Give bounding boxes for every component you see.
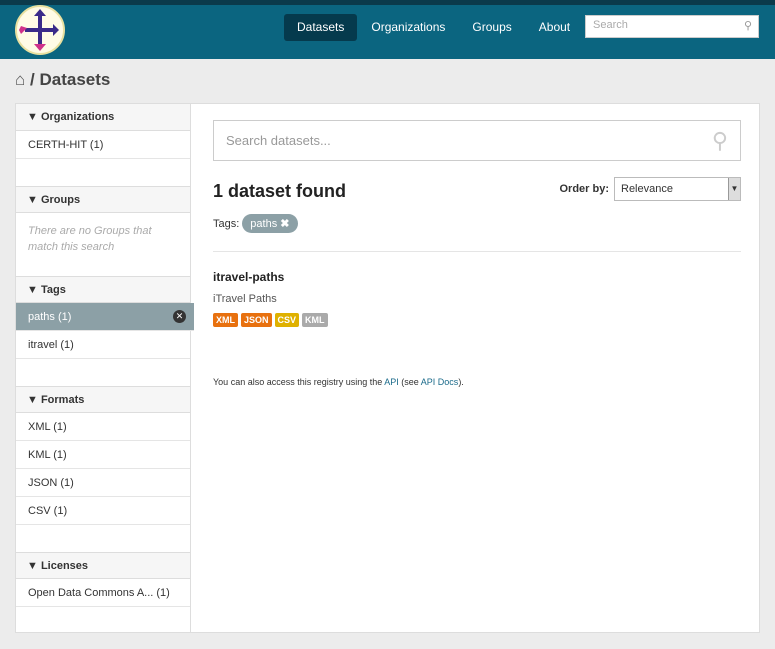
order-label: Order by: — [559, 182, 609, 195]
site-logo[interactable] — [15, 5, 65, 55]
search-icon[interactable]: ⚲ — [712, 128, 728, 154]
search-placeholder: Search datasets... — [226, 133, 331, 148]
facet-tags: ▼ Tags — [16, 276, 190, 303]
tag-label: paths — [250, 218, 278, 230]
nav-datasets[interactable]: Datasets — [284, 14, 358, 41]
order-by: Order by: Relevance ▼ — [559, 177, 741, 201]
home-icon[interactable]: ⌂ — [15, 70, 25, 89]
dataset-search-input[interactable]: Search datasets... ⚲ — [213, 120, 741, 161]
order-value: Relevance — [621, 183, 673, 195]
api-link[interactable]: API — [384, 377, 399, 387]
remove-icon[interactable]: ✖ — [280, 218, 289, 230]
facet-title: Tags — [40, 284, 66, 296]
active-tag[interactable]: paths ✖ — [242, 214, 298, 233]
facet-licenses: ▼ Licenses — [16, 552, 190, 579]
facet-item[interactable]: KML (1) — [16, 441, 190, 469]
breadcrumb-current[interactable]: Datasets — [39, 70, 110, 89]
facet-item[interactable]: itravel (1) — [16, 331, 190, 359]
dataset-description: iTravel Paths — [213, 293, 277, 305]
navbar: Datasets Organizations Groups About Sear… — [0, 5, 775, 59]
dropdown-arrow-icon: ▼ — [728, 178, 740, 200]
nav-about[interactable]: About — [526, 14, 583, 41]
facet-item[interactable]: XML (1) — [16, 413, 190, 441]
facet-item[interactable]: Open Data Commons A... (1) — [16, 579, 190, 607]
facet-title: Licenses — [40, 560, 89, 572]
nav-groups[interactable]: Groups — [459, 14, 524, 41]
format-badge[interactable]: CSV — [274, 313, 300, 327]
facet-organizations: ▼ Organizations — [16, 104, 190, 131]
site-search-input[interactable]: Search ⚲ — [585, 15, 759, 38]
order-select[interactable]: Relevance ▼ — [614, 177, 741, 201]
breadcrumb-sep: / — [30, 70, 35, 89]
api-note: You can also access this registry using … — [213, 377, 464, 387]
nav-organizations[interactable]: Organizations — [358, 14, 458, 41]
api-docs-link[interactable]: API Docs — [421, 377, 459, 387]
dataset-title[interactable]: itravel-paths — [213, 270, 741, 284]
facet-title: Groups — [40, 194, 81, 206]
facet-groups: ▼ Groups — [16, 186, 190, 213]
search-placeholder: Search — [593, 19, 628, 31]
format-badge[interactable]: KML — [302, 313, 328, 327]
facet-item[interactable]: JSON (1) — [16, 469, 190, 497]
facet-empty: There are no Groups that match this sear… — [28, 225, 152, 253]
facet-item-active[interactable]: paths (1) ✕ — [16, 303, 194, 331]
remove-icon[interactable]: ✕ — [173, 310, 186, 323]
facet-item[interactable]: CERTH-HIT (1) — [16, 131, 190, 159]
facet-formats: ▼ Formats — [16, 386, 190, 413]
facet-sidebar: ▼ Organizations CERTH-HIT (1) ▼ Groups T… — [16, 104, 194, 632]
breadcrumb: ⌂ / Datasets — [15, 70, 110, 90]
facet-label: paths (1) — [28, 311, 72, 323]
tags-label: Tags: — [213, 218, 240, 230]
facet-item[interactable]: CSV (1) — [16, 497, 190, 525]
facet-title: Organizations — [40, 111, 115, 123]
facet-title: Formats — [40, 394, 85, 406]
search-icon[interactable]: ⚲ — [744, 19, 752, 32]
format-badge[interactable]: JSON — [241, 313, 272, 327]
format-badge[interactable]: XML — [213, 313, 238, 327]
